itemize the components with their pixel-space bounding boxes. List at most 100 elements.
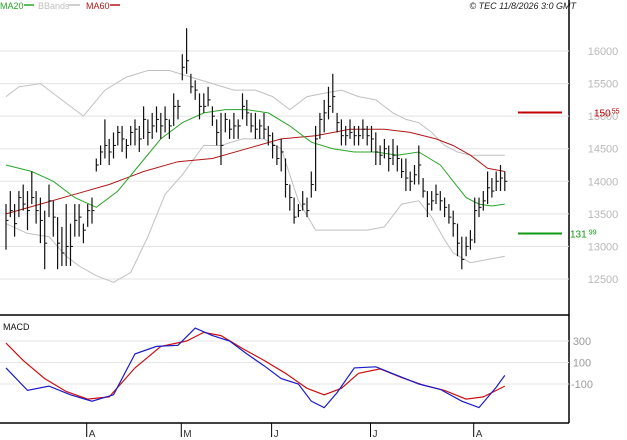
price-y-tick-label: 13500: [588, 209, 619, 221]
resistance-level-sup: 55: [612, 109, 620, 116]
legend-ma60-label: MA60: [86, 1, 110, 11]
price-bar: [108, 138, 112, 165]
price-bar: [220, 112, 224, 165]
macd-panel-label: MACD: [3, 322, 30, 332]
price-bar: [229, 119, 233, 139]
price-bar: [104, 119, 108, 159]
price-bar: [272, 132, 276, 159]
price-bar: [452, 210, 456, 237]
bbands-lower-line: [5, 138, 505, 283]
price-bar: [237, 119, 241, 139]
price-bar: [439, 191, 443, 211]
x-tick-label: A: [476, 429, 483, 440]
price-bar: [216, 119, 220, 146]
price-bar: [69, 223, 73, 266]
price-bar: [31, 171, 35, 205]
price-bar: [461, 236, 465, 270]
price-bar: [164, 106, 168, 133]
price-bar: [297, 204, 301, 218]
price-bar: [302, 191, 306, 211]
price-bar: [405, 158, 409, 192]
price-bar: [39, 197, 43, 244]
price-bar: [82, 223, 86, 244]
macd-y-tick-label: 300: [573, 336, 591, 348]
price-bar: [259, 119, 263, 139]
price-bar: [173, 93, 177, 126]
support-level-label: 131 99: [570, 229, 597, 240]
price-bar: [370, 125, 374, 152]
price-bar: [362, 119, 366, 139]
price-y-tick-label: 14500: [588, 144, 619, 156]
copyright-label: © TEC 11/8/2026 3:0 GMT: [469, 1, 577, 11]
price-y-tick-label: 14000: [588, 176, 619, 188]
price-y-tick-label: 13000: [588, 241, 619, 253]
price-bar: [117, 125, 121, 146]
price-bar: [155, 106, 159, 133]
price-bar: [293, 197, 297, 224]
price-bar: [401, 158, 405, 179]
price-bar: [340, 119, 344, 146]
price-bar: [241, 93, 245, 120]
price-bar: [9, 191, 13, 218]
price-bar: [310, 171, 314, 198]
price-bar: [332, 73, 336, 113]
price-bar: [207, 86, 211, 107]
price-bar: [388, 145, 392, 172]
price-bar: [495, 171, 499, 192]
price-bar: [134, 119, 138, 146]
price-bar: [56, 217, 61, 270]
price-bar: [246, 99, 250, 126]
price-bar: [147, 119, 151, 146]
price-bar: [160, 112, 164, 139]
ma60-line: [5, 128, 505, 215]
price-bar: [499, 165, 503, 192]
price-bar: [465, 236, 469, 257]
price-bar: [504, 171, 508, 192]
price-bar: [138, 125, 142, 152]
price-bar: [203, 93, 207, 113]
price-bar: [35, 191, 39, 224]
price-bar: [345, 125, 349, 146]
price-bar: [418, 145, 422, 185]
price-bar: [22, 184, 26, 211]
price-bar: [482, 191, 486, 211]
legend-bbands-label: BBands: [38, 1, 70, 11]
price-bar: [151, 112, 155, 139]
price-bar: [48, 184, 52, 218]
legend-ma20-label: MA20: [0, 1, 24, 11]
price-bar: [263, 112, 267, 139]
price-bar: [474, 197, 478, 244]
price-bar: [435, 184, 439, 205]
resistance-level-main: 150: [594, 109, 611, 120]
price-bar: [396, 145, 400, 172]
price-bar: [392, 138, 396, 165]
price-bar: [95, 158, 99, 172]
x-tick-label: J: [373, 429, 378, 440]
price-bar: [26, 191, 30, 231]
price-bar: [409, 171, 413, 192]
price-bar: [211, 106, 215, 126]
price-bar: [487, 171, 491, 205]
price-bar: [289, 184, 293, 211]
price-bar: [143, 106, 147, 139]
price-bar: [112, 132, 116, 159]
price-bar: [181, 54, 185, 81]
price-bar: [52, 200, 56, 237]
price-y-tick-label: 15500: [588, 79, 619, 91]
x-tick-label: M: [183, 429, 191, 440]
price-bar: [18, 191, 22, 218]
price-bar: [74, 204, 78, 237]
macd-line: [5, 327, 506, 409]
price-bar: [78, 204, 82, 237]
price-bar: [198, 93, 202, 120]
price-bar: [91, 197, 95, 224]
macd-y-tick-label: -100: [571, 379, 593, 391]
support-level-main: 131: [570, 229, 587, 240]
price-y-tick-label: 12500: [588, 274, 619, 286]
price-y-tick-label: 16000: [588, 46, 619, 58]
price-bar: [233, 112, 237, 139]
macd-y-tick-label: 100: [573, 358, 591, 370]
support-level-sup: 99: [589, 229, 597, 236]
price-bar: [168, 119, 172, 139]
price-bar: [456, 223, 460, 257]
